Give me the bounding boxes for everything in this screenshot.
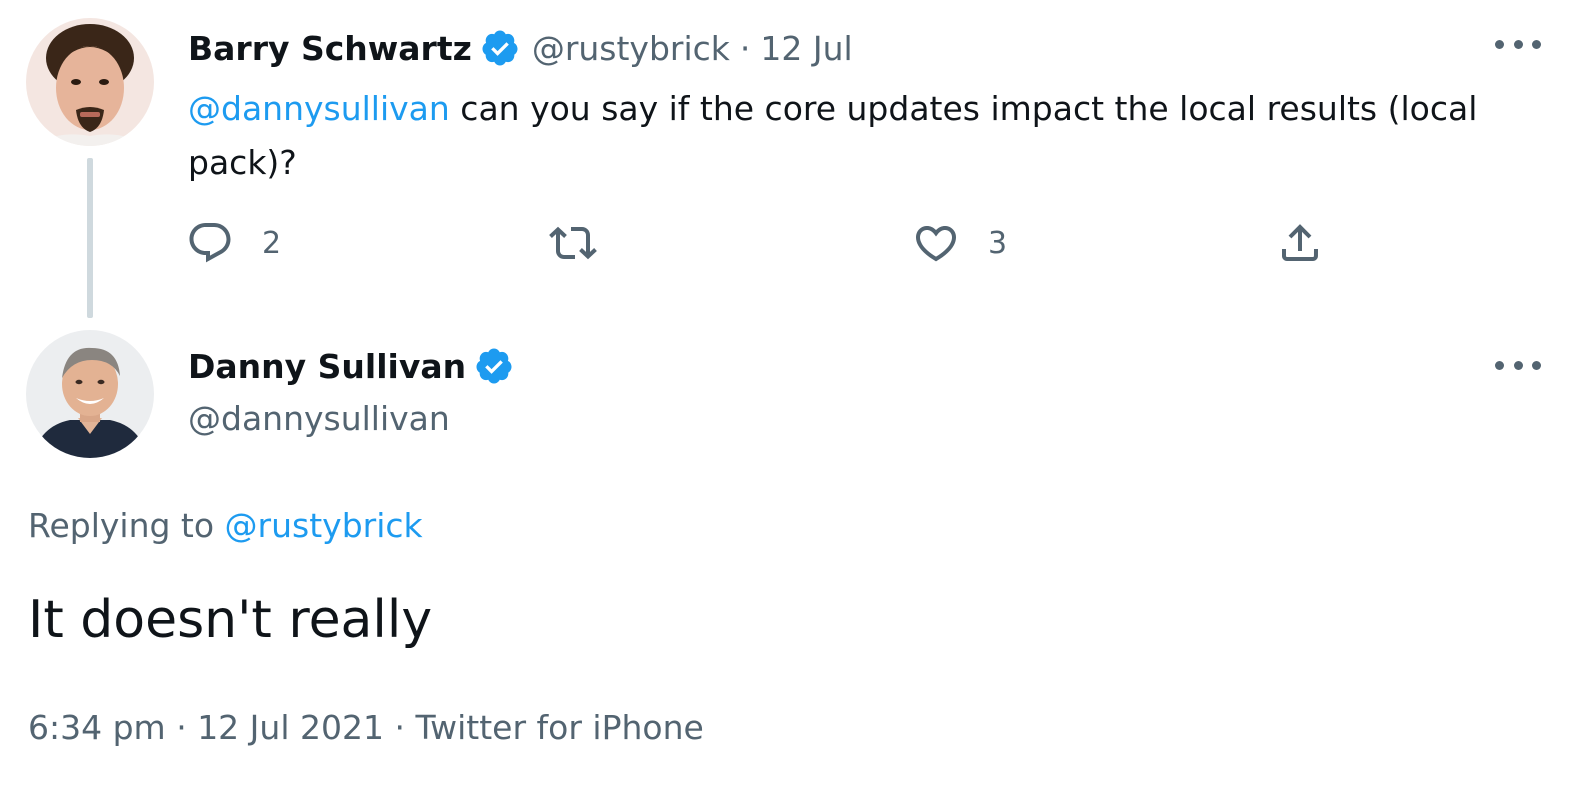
- verified-badge-icon: [480, 28, 520, 68]
- meta-separator: ·: [383, 708, 416, 747]
- reply-button[interactable]: 2: [186, 218, 281, 268]
- replying-to: Replying to @rustybrick: [28, 506, 423, 545]
- replying-to-label: Replying to: [28, 506, 225, 545]
- parent-tweet-text: @dannysullivan can you say if the core u…: [188, 82, 1508, 190]
- tweet-source[interactable]: Twitter for iPhone: [415, 708, 703, 747]
- tweet-time[interactable]: 6:34 pm: [28, 708, 166, 747]
- like-button[interactable]: 3: [912, 218, 1007, 268]
- more-icon[interactable]: [1495, 34, 1541, 54]
- heart-icon: [915, 226, 957, 262]
- avatar[interactable]: [26, 330, 154, 458]
- avatar[interactable]: [26, 18, 154, 146]
- like-count: 3: [988, 225, 1008, 261]
- replying-to-handle-link[interactable]: @rustybrick: [225, 506, 423, 545]
- author-name[interactable]: Barry Schwartz: [188, 29, 472, 68]
- avatar-image-danny: [26, 330, 154, 458]
- tweet-date[interactable]: 12 Jul: [760, 29, 852, 68]
- retweet-button[interactable]: [549, 218, 597, 268]
- share-icon: [1282, 224, 1318, 261]
- main-tweet-header: Danny Sullivan @dannysullivan: [188, 343, 526, 438]
- tweet-full-date[interactable]: 12 Jul 2021: [197, 708, 384, 747]
- main-tweet-text: It doesn't really: [28, 590, 433, 650]
- avatar-image-barry: [26, 18, 154, 146]
- parent-tweet-header: Barry Schwartz @rustybrick · 12 Jul: [188, 26, 853, 70]
- meta-separator: ·: [165, 708, 198, 747]
- share-button[interactable]: [1276, 218, 1324, 268]
- retweet-icon: [549, 226, 597, 260]
- verified-badge-icon: [474, 346, 514, 386]
- more-icon[interactable]: [1495, 355, 1541, 375]
- author-handle[interactable]: @dannysullivan: [188, 399, 526, 438]
- thread-connector-line: [87, 158, 93, 318]
- author-handle[interactable]: @rustybrick: [532, 29, 730, 68]
- author-name[interactable]: Danny Sullivan: [188, 347, 466, 386]
- reply-icon: [189, 223, 231, 263]
- tweet-page: Barry Schwartz @rustybrick · 12 Jul @dan…: [0, 0, 1579, 792]
- tweet-metadata: 6:34 pm · 12 Jul 2021 · Twitter for iPho…: [28, 708, 704, 747]
- mention-link[interactable]: @dannysullivan: [188, 89, 450, 128]
- reply-count: 2: [262, 225, 282, 261]
- dot-separator: ·: [739, 28, 751, 68]
